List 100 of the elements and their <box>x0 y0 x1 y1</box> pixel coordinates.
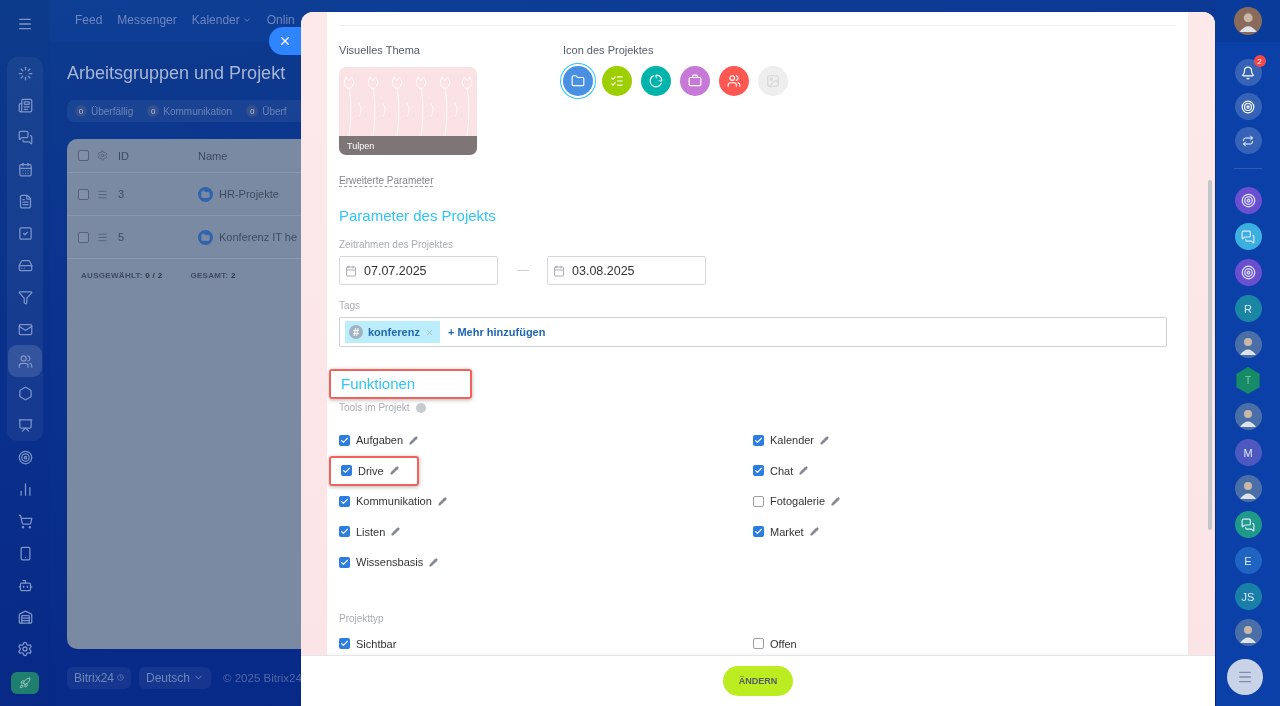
checkbox[interactable] <box>78 231 89 243</box>
pencil-icon[interactable] <box>831 496 841 506</box>
pencil-icon[interactable] <box>429 557 439 567</box>
menu-button[interactable] <box>1227 659 1263 695</box>
bot-avatar[interactable] <box>1234 187 1262 214</box>
checkbox[interactable] <box>339 495 350 507</box>
close-button[interactable] <box>269 27 301 55</box>
counter-filter[interactable]: 0 Überf <box>246 105 287 117</box>
user-avatar[interactable] <box>1234 331 1262 358</box>
pencil-icon[interactable] <box>799 466 809 476</box>
add-tag-link[interactable]: + Mehr hinzufügen <box>447 326 546 338</box>
rocket-button[interactable] <box>11 672 39 694</box>
page-title: Arbeitsgruppen und Projekt <box>67 62 286 85</box>
column-header[interactable]: Name <box>198 149 228 162</box>
brand-button[interactable]: Bitrix24 <box>67 666 131 689</box>
contact-avatar[interactable]: M <box>1234 439 1262 466</box>
chat-icon <box>17 129 33 145</box>
user-avatar[interactable] <box>1234 619 1262 646</box>
checkbox-label: Offen <box>770 637 797 650</box>
checkbox[interactable] <box>78 150 89 161</box>
checkbox[interactable] <box>753 495 764 507</box>
user-avatar[interactable] <box>1234 403 1262 430</box>
users-icon <box>17 353 33 369</box>
checkbox[interactable] <box>339 556 350 568</box>
project-icon-option[interactable] <box>563 66 593 96</box>
nav-link[interactable]: Messenger <box>117 13 177 27</box>
check-icon <box>342 466 351 476</box>
pencil-icon[interactable] <box>389 466 399 476</box>
image-icon <box>766 74 780 88</box>
project-icon-option[interactable] <box>641 66 671 96</box>
column-header[interactable]: ID <box>118 149 198 162</box>
advanced-parameters-link[interactable]: Erweiterte Parameter <box>339 175 434 187</box>
tag-chip[interactable]: # konferenz <box>345 321 440 343</box>
user-avatar[interactable] <box>1234 7 1262 35</box>
bar-chart-icon <box>17 481 33 497</box>
field-label: Tags <box>339 299 362 312</box>
checkbox-label: Kalender <box>770 434 815 447</box>
tags-field[interactable]: # konferenz + Mehr hinzufügen <box>339 317 1167 347</box>
checkbox[interactable] <box>78 188 89 200</box>
copilot-button[interactable] <box>1234 93 1262 120</box>
scrollbar[interactable] <box>1208 180 1212 530</box>
pie-chart-icon <box>649 74 663 88</box>
checkbox-label: Chat <box>770 464 794 477</box>
checkbox[interactable] <box>753 465 764 477</box>
theme-card[interactable]: Tulpen <box>339 67 477 155</box>
counter-filter[interactable]: 0 Kommunikation <box>147 105 233 117</box>
caret-icon <box>241 15 252 25</box>
counter-filter[interactable]: 0 Überfällig <box>75 105 134 117</box>
checklist-icon <box>610 74 624 88</box>
folder-icon <box>201 189 210 199</box>
theme-name: Tulpen <box>339 136 477 155</box>
contact-avatar[interactable]: JS <box>1234 583 1262 610</box>
save-button[interactable]: ÄNDERN <box>723 666 793 696</box>
check-icon <box>340 639 349 649</box>
language-select[interactable]: Deutsch <box>139 666 212 689</box>
nav-link[interactable]: Kalender <box>191 13 252 27</box>
start-date-field[interactable]: 07.07.2025 <box>339 256 498 285</box>
presentation-icon <box>17 417 33 433</box>
check-icon <box>754 435 763 445</box>
project-icon-option[interactable] <box>602 66 632 96</box>
checkbox-label: Listen <box>356 525 386 538</box>
robot-icon <box>17 577 33 593</box>
project-icon-option[interactable] <box>719 66 749 96</box>
mail-icon <box>17 321 33 337</box>
checkbox[interactable] <box>339 434 350 446</box>
pencil-icon[interactable] <box>820 435 830 445</box>
exchange-button[interactable] <box>1234 127 1262 154</box>
checkbox[interactable] <box>341 465 352 477</box>
user-avatar[interactable] <box>1234 475 1262 502</box>
checkbox[interactable] <box>339 638 350 650</box>
contact-avatar[interactable]: R <box>1234 295 1262 322</box>
pencil-icon[interactable] <box>409 435 419 445</box>
checkbox[interactable] <box>753 638 764 650</box>
table-cell[interactable]: Konferenz IT he <box>219 231 298 243</box>
nav-link[interactable]: Feed <box>75 13 103 27</box>
checkbox[interactable] <box>753 526 764 538</box>
drag-handle-icon[interactable] <box>97 188 108 200</box>
sidebar-item[interactable] <box>8 345 42 377</box>
pencil-icon[interactable] <box>809 527 819 537</box>
table-cell-text: 3 <box>118 188 126 200</box>
end-date-field[interactable]: 03.08.2025 <box>547 256 706 285</box>
table-cell[interactable]: HR-Projekte <box>219 188 279 200</box>
checkbox[interactable] <box>339 526 350 538</box>
checkbox-label: Drive <box>358 464 384 477</box>
check-icon <box>340 557 349 567</box>
contact-avatar[interactable]: E <box>1234 547 1262 574</box>
exchange-icon <box>1242 134 1254 147</box>
bot-avatar[interactable] <box>1234 259 1262 286</box>
pencil-icon[interactable] <box>437 496 447 506</box>
pencil-icon[interactable] <box>391 527 401 537</box>
contact-avatar[interactable]: T <box>1234 367 1262 394</box>
checkbox[interactable] <box>753 434 764 446</box>
chat-avatar[interactable] <box>1234 223 1262 250</box>
nav-link[interactable]: Onlin <box>266 13 295 27</box>
chat-avatar[interactable] <box>1234 511 1262 538</box>
project-icon-option[interactable] <box>680 66 710 96</box>
check-icon <box>754 466 763 476</box>
check-icon <box>340 527 349 537</box>
field-label: Icon des Projektes <box>563 43 655 57</box>
drag-handle-icon[interactable] <box>97 231 108 243</box>
